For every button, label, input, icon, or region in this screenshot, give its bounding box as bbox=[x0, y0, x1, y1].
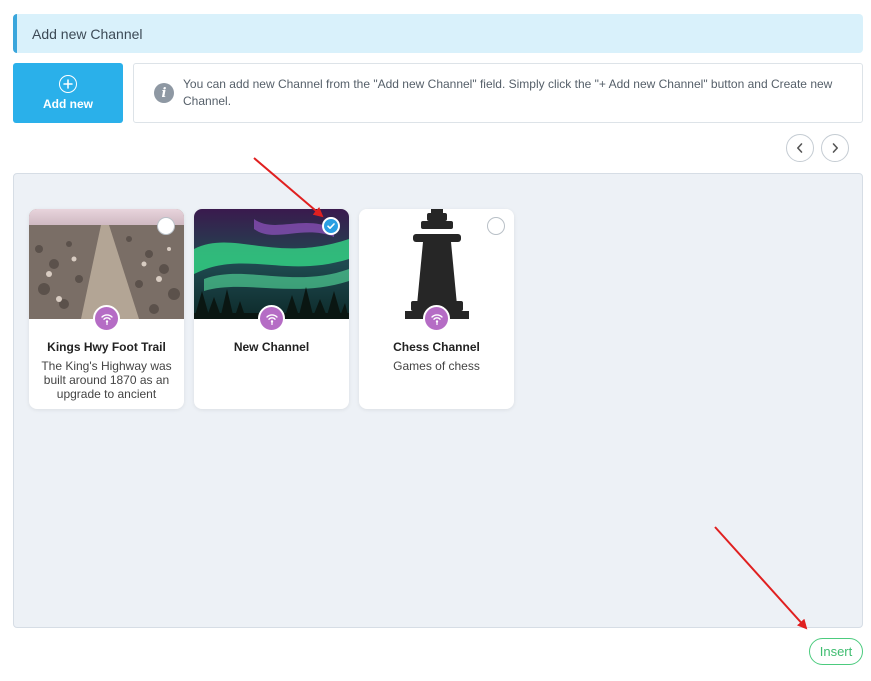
channel-broadcast-icon bbox=[258, 305, 285, 332]
select-radio[interactable] bbox=[157, 217, 175, 235]
next-page-button[interactable] bbox=[821, 134, 849, 162]
add-new-label: Add new bbox=[43, 97, 93, 111]
page-title: Add new Channel bbox=[32, 25, 143, 42]
channel-broadcast-icon bbox=[93, 305, 120, 332]
prev-page-button[interactable] bbox=[786, 134, 814, 162]
check-icon bbox=[327, 223, 335, 229]
info-text: You can add new Channel from the "Add ne… bbox=[183, 77, 833, 108]
selected-check[interactable] bbox=[322, 217, 340, 235]
add-new-button[interactable]: Add new bbox=[13, 63, 123, 123]
channel-description: Games of chess bbox=[393, 359, 480, 373]
channel-card-new-channel[interactable]: New Channel bbox=[194, 209, 349, 409]
chevron-right-icon bbox=[832, 143, 838, 153]
plus-circle-icon bbox=[59, 75, 77, 93]
channel-card-chess[interactable]: Chess Channel Games of chess bbox=[359, 209, 514, 409]
info-icon: i bbox=[154, 83, 174, 103]
channel-list: Kings Hwy Foot Trail The King's Highway … bbox=[13, 173, 863, 628]
channel-card-kings-hwy[interactable]: Kings Hwy Foot Trail The King's Highway … bbox=[29, 209, 184, 409]
channel-description: The King's Highway was built around 1870… bbox=[41, 359, 172, 401]
select-radio[interactable] bbox=[487, 217, 505, 235]
channel-title: New Channel bbox=[233, 340, 310, 354]
page-header: Add new Channel bbox=[13, 14, 863, 53]
info-message: i You can add new Channel from the "Add … bbox=[133, 63, 863, 123]
channel-title: Chess Channel bbox=[393, 340, 480, 354]
channel-title: Kings Hwy Foot Trail bbox=[47, 340, 166, 354]
insert-button[interactable]: Insert bbox=[809, 638, 863, 665]
chevron-left-icon bbox=[797, 143, 803, 153]
channel-broadcast-icon bbox=[423, 305, 450, 332]
